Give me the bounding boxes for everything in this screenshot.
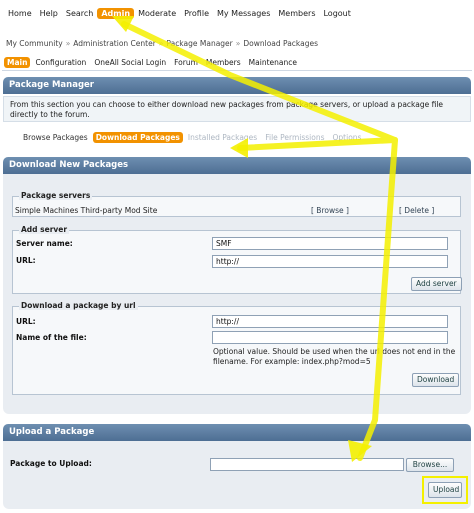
menu-divider (2, 70, 472, 71)
tab-installed-packages[interactable]: Installed Packages (185, 132, 260, 143)
server-url-input[interactable]: http:// (212, 255, 448, 268)
file-name-label: Name of the file: (16, 333, 87, 342)
download-header: Download New Packages (3, 157, 471, 174)
menu-help[interactable]: Help (36, 8, 62, 19)
tab-file-permissions[interactable]: File Permissions (262, 132, 327, 143)
menu-profile[interactable]: Profile (180, 8, 213, 19)
file-name-input[interactable] (212, 331, 448, 344)
breadcrumb-download-packages[interactable]: Download Packages (243, 39, 318, 48)
package-manager-header: Package Manager (3, 77, 471, 94)
menu-search[interactable]: Search (62, 8, 97, 19)
admin-tab-members[interactable]: Members (203, 57, 244, 68)
download-title: Download New Packages (9, 160, 129, 170)
optional-note: Optional value. Should be used when the … (213, 347, 456, 366)
admin-tab-oneall[interactable]: OneAll Social Login (91, 57, 169, 68)
menu-home[interactable]: Home (4, 8, 36, 19)
add-server-legend: Add server (19, 225, 70, 234)
browse-server-link[interactable]: [ Browse ] (311, 206, 349, 215)
delete-server-link[interactable]: [ Delete ] (399, 206, 434, 215)
server-name-label: Server name: (16, 239, 73, 248)
breadcrumb-separator: » (235, 39, 241, 48)
download-button[interactable]: Download (412, 373, 460, 387)
breadcrumb-package-manager[interactable]: Package Manager (166, 39, 232, 48)
package-manager-title: Package Manager (9, 80, 94, 90)
tab-options[interactable]: Options (330, 132, 365, 143)
upload-title: Upload a Package (9, 427, 95, 437)
menu-my-messages[interactable]: My Messages (213, 8, 274, 19)
breadcrumb-community[interactable]: My Community (6, 39, 63, 48)
upload-header: Upload a Package (3, 424, 471, 441)
upload-panel: Package to Upload: Browse... Upload (3, 441, 471, 509)
package-manager-description: From this section you can choose to eith… (3, 96, 471, 122)
package-tabs: Browse Packages Download Packages Instal… (20, 132, 366, 143)
breadcrumb-separator: » (158, 39, 164, 48)
download-url-input[interactable]: http:// (212, 315, 448, 328)
tab-browse-packages[interactable]: Browse Packages (20, 132, 91, 143)
server-name-input[interactable]: SMF (212, 237, 448, 250)
add-server-button[interactable]: Add server (411, 277, 462, 291)
admin-tab-forum[interactable]: Forum (171, 57, 201, 68)
admin-tab-main[interactable]: Main (4, 57, 31, 68)
admin-tab-configuration[interactable]: Configuration (32, 57, 89, 68)
package-servers-legend: Package servers (19, 191, 93, 200)
browse-file-button[interactable]: Browse... (406, 458, 454, 472)
download-panel: Package servers Simple Machines Third-pa… (3, 174, 471, 414)
breadcrumb-admin-center[interactable]: Administration Center (73, 39, 156, 48)
menu-members[interactable]: Members (274, 8, 319, 19)
menu-moderate[interactable]: Moderate (134, 8, 180, 19)
breadcrumb-separator: » (65, 39, 71, 48)
package-file-input[interactable] (210, 458, 404, 471)
package-to-upload-label: Package to Upload: (10, 459, 92, 468)
menu-logout[interactable]: Logout (319, 8, 354, 19)
menu-admin[interactable]: Admin (97, 7, 135, 19)
download-url-label: URL: (16, 317, 36, 326)
server-url-label: URL: (16, 256, 36, 265)
upload-button[interactable]: Upload (428, 482, 462, 498)
top-menu: Home Help Search Admin Moderate Profile … (4, 6, 355, 20)
admin-menu: Main Configuration OneAll Social Login F… (4, 57, 302, 68)
admin-tab-maintenance[interactable]: Maintenance (246, 57, 300, 68)
server-name-text: Simple Machines Third-party Mod Site (15, 206, 158, 215)
download-by-url-legend: Download a package by url (19, 301, 138, 310)
tab-download-packages[interactable]: Download Packages (92, 132, 183, 143)
breadcrumb: My Community» Administration Center» Packa… (6, 39, 318, 48)
